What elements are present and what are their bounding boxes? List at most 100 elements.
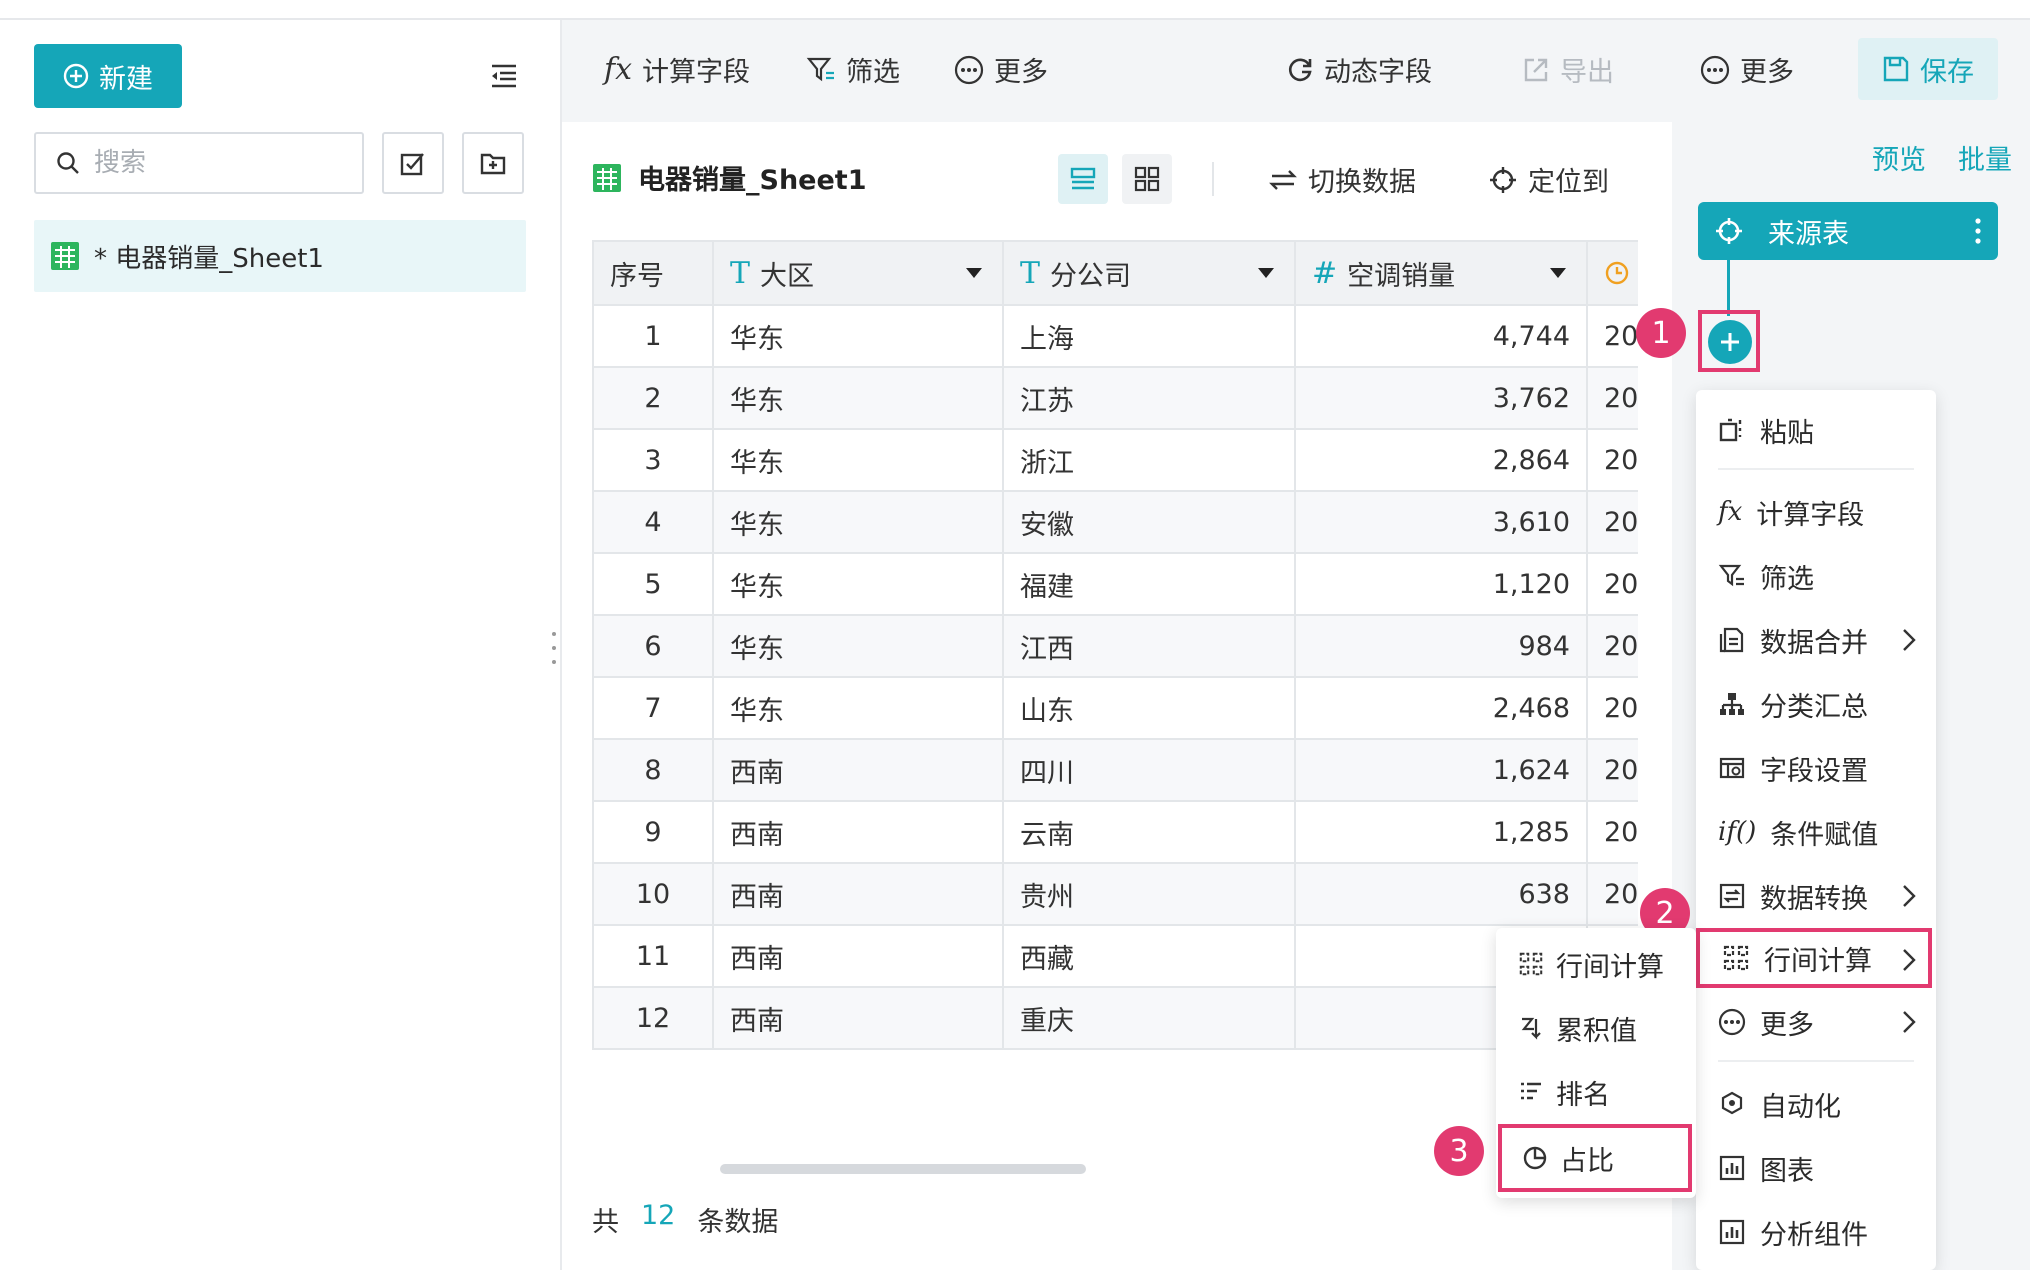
horizontal-scrollbar[interactable]: [720, 1164, 1086, 1174]
submenu-item-rank[interactable]: 排名: [1518, 1066, 1688, 1118]
filter-icon: [1718, 562, 1746, 590]
sheet-title: 电器销量_Sheet1: [638, 165, 867, 196]
batch-select-button[interactable]: [382, 132, 444, 194]
table-cell: 984: [1294, 614, 1588, 678]
save-button[interactable]: 保存: [1858, 38, 1998, 100]
dropdown-arrow-icon[interactable]: [966, 268, 982, 278]
grid-view-icon: [1133, 165, 1161, 193]
table-cell: 华东: [712, 304, 1004, 368]
list-view-icon: [1069, 165, 1097, 193]
table-row[interactable]: 4 华东 安徽 3,610 20: [592, 490, 1638, 554]
row-count-prefix: 共: [592, 1207, 619, 1238]
resize-handle[interactable]: [551, 630, 557, 666]
menu-item-conditional-assign[interactable]: if() 条件赋值: [1718, 806, 1928, 858]
detail-view-toggle[interactable]: [1058, 154, 1108, 204]
number-type-icon: #: [1312, 255, 1338, 291]
table-row[interactable]: 1 华东 上海 4,744 20: [592, 304, 1638, 368]
menu-item-field-settings[interactable]: 字段设置: [1718, 742, 1928, 794]
table-cell: 20: [1586, 614, 1638, 678]
table-cell: 6: [592, 614, 714, 678]
kebab-menu-icon[interactable]: [1974, 216, 1982, 246]
table-cell: 华东: [712, 552, 1004, 616]
menu-item-more[interactable]: 更多: [1718, 996, 1928, 1048]
menu-item-automation[interactable]: 自动化: [1718, 1078, 1928, 1130]
locate-label: 定位到: [1528, 167, 1609, 198]
table-cell: 华东: [712, 366, 1004, 430]
table-cell: 贵州: [1002, 862, 1296, 926]
menu-item-data-transform[interactable]: 数据转换: [1718, 870, 1928, 922]
column-header-region[interactable]: T 大区: [712, 240, 1004, 306]
plus-icon: [1718, 330, 1742, 354]
menu-item-row-calc[interactable]: 行间计算: [1696, 928, 1932, 988]
locate-button[interactable]: 定位到: [1488, 160, 1609, 199]
table-cell: 20: [1586, 428, 1638, 492]
submenu-item-cumulative[interactable]: 累积值: [1518, 1002, 1688, 1054]
table-row[interactable]: 9 西南 云南 1,285 20: [592, 800, 1638, 864]
dynamic-field-label: 动态字段: [1324, 57, 1432, 88]
add-step-button[interactable]: [1708, 320, 1752, 364]
source-node-label: 来源表: [1768, 218, 1849, 250]
rank-list-icon: [1518, 1079, 1544, 1105]
clock-type-icon: [1604, 260, 1638, 286]
menu-item-paste[interactable]: 粘贴: [1718, 404, 1928, 456]
table-cell: 福建: [1002, 552, 1296, 616]
table-row[interactable]: 5 华东 福建 1,120 20: [592, 552, 1638, 616]
search-field[interactable]: [34, 132, 364, 194]
table-row[interactable]: 7 华东 山东 2,468 20: [592, 676, 1638, 740]
preview-link[interactable]: 预览: [1872, 138, 1926, 177]
menu-item-filter[interactable]: 筛选: [1718, 550, 1928, 602]
table-row[interactable]: 6 华东 江西 984 20: [592, 614, 1638, 678]
table-cell: 3: [592, 428, 714, 492]
field-settings-icon: [1718, 754, 1746, 782]
more-button-2[interactable]: 更多: [1700, 50, 1794, 89]
dropdown-arrow-icon[interactable]: [1258, 268, 1274, 278]
source-table-node[interactable]: 来源表: [1698, 202, 1998, 260]
checkbox-square-icon: [399, 149, 427, 177]
table-row[interactable]: 8 西南 四川 1,624 20: [592, 738, 1638, 802]
submenu-item-row-calc[interactable]: 行间计算: [1518, 938, 1688, 990]
grid-view-toggle[interactable]: [1122, 154, 1172, 204]
export-label: 导出: [1560, 57, 1614, 88]
table-cell: 20: [1586, 676, 1638, 740]
dropdown-arrow-icon[interactable]: [1550, 268, 1566, 278]
hierarchy-icon: [1718, 690, 1746, 718]
table-cell: 7: [592, 676, 714, 740]
cumulative-sort-icon: [1518, 1015, 1544, 1041]
collapse-sidebar-icon[interactable]: [486, 58, 522, 94]
export-icon: [1522, 56, 1550, 84]
menu-item-analysis-component[interactable]: 分析组件: [1718, 1206, 1928, 1258]
new-button-label: 新建: [99, 63, 153, 95]
table-row[interactable]: 11 西南 西藏: [592, 924, 1638, 988]
menu-item-calc-field[interactable]: fx 计算字段: [1718, 486, 1928, 538]
search-input[interactable]: [92, 147, 336, 179]
export-button[interactable]: 导出: [1522, 50, 1614, 89]
table-row[interactable]: 12 西南 重庆: [592, 986, 1638, 1050]
calc-field-button[interactable]: fx 计算字段: [604, 50, 750, 89]
row-count: 共 12 条数据: [592, 1200, 778, 1239]
tree-item-label: * 电器销量_Sheet1: [94, 243, 324, 274]
column-header-index: 序号: [592, 240, 714, 306]
table-cell: 四川: [1002, 738, 1296, 802]
new-folder-button[interactable]: [462, 132, 524, 194]
text-type-icon: T: [1020, 255, 1041, 291]
table-cell: 江苏: [1002, 366, 1296, 430]
batch-link[interactable]: 批量: [1958, 138, 2012, 177]
switch-data-button[interactable]: 切换数据: [1268, 160, 1416, 199]
dynamic-field-button[interactable]: 动态字段: [1286, 50, 1432, 89]
filter-button[interactable]: 筛选: [806, 50, 900, 89]
menu-item-chart[interactable]: 图表: [1718, 1142, 1928, 1194]
menu-item-data-merge[interactable]: 数据合并: [1718, 614, 1928, 666]
menu-item-group-summary[interactable]: 分类汇总: [1718, 678, 1928, 730]
table-cell: 云南: [1002, 800, 1296, 864]
table-row[interactable]: 10 西南 贵州 638 20: [592, 862, 1638, 926]
column-header-date[interactable]: [1586, 240, 1638, 306]
column-header-branch[interactable]: T 分公司: [1002, 240, 1296, 306]
tree-item-sheet[interactable]: * 电器销量_Sheet1: [34, 220, 526, 292]
new-button[interactable]: 新建: [34, 44, 182, 108]
table-row[interactable]: 2 华东 江苏 3,762 20: [592, 366, 1638, 430]
table-row[interactable]: 3 华东 浙江 2,864 20: [592, 428, 1638, 492]
submenu-item-proportion[interactable]: 占比: [1498, 1124, 1692, 1192]
more-button[interactable]: 更多: [954, 50, 1048, 89]
column-header-ac-sales[interactable]: # 空调销量: [1294, 240, 1588, 306]
sheet-table-icon: [592, 163, 622, 193]
